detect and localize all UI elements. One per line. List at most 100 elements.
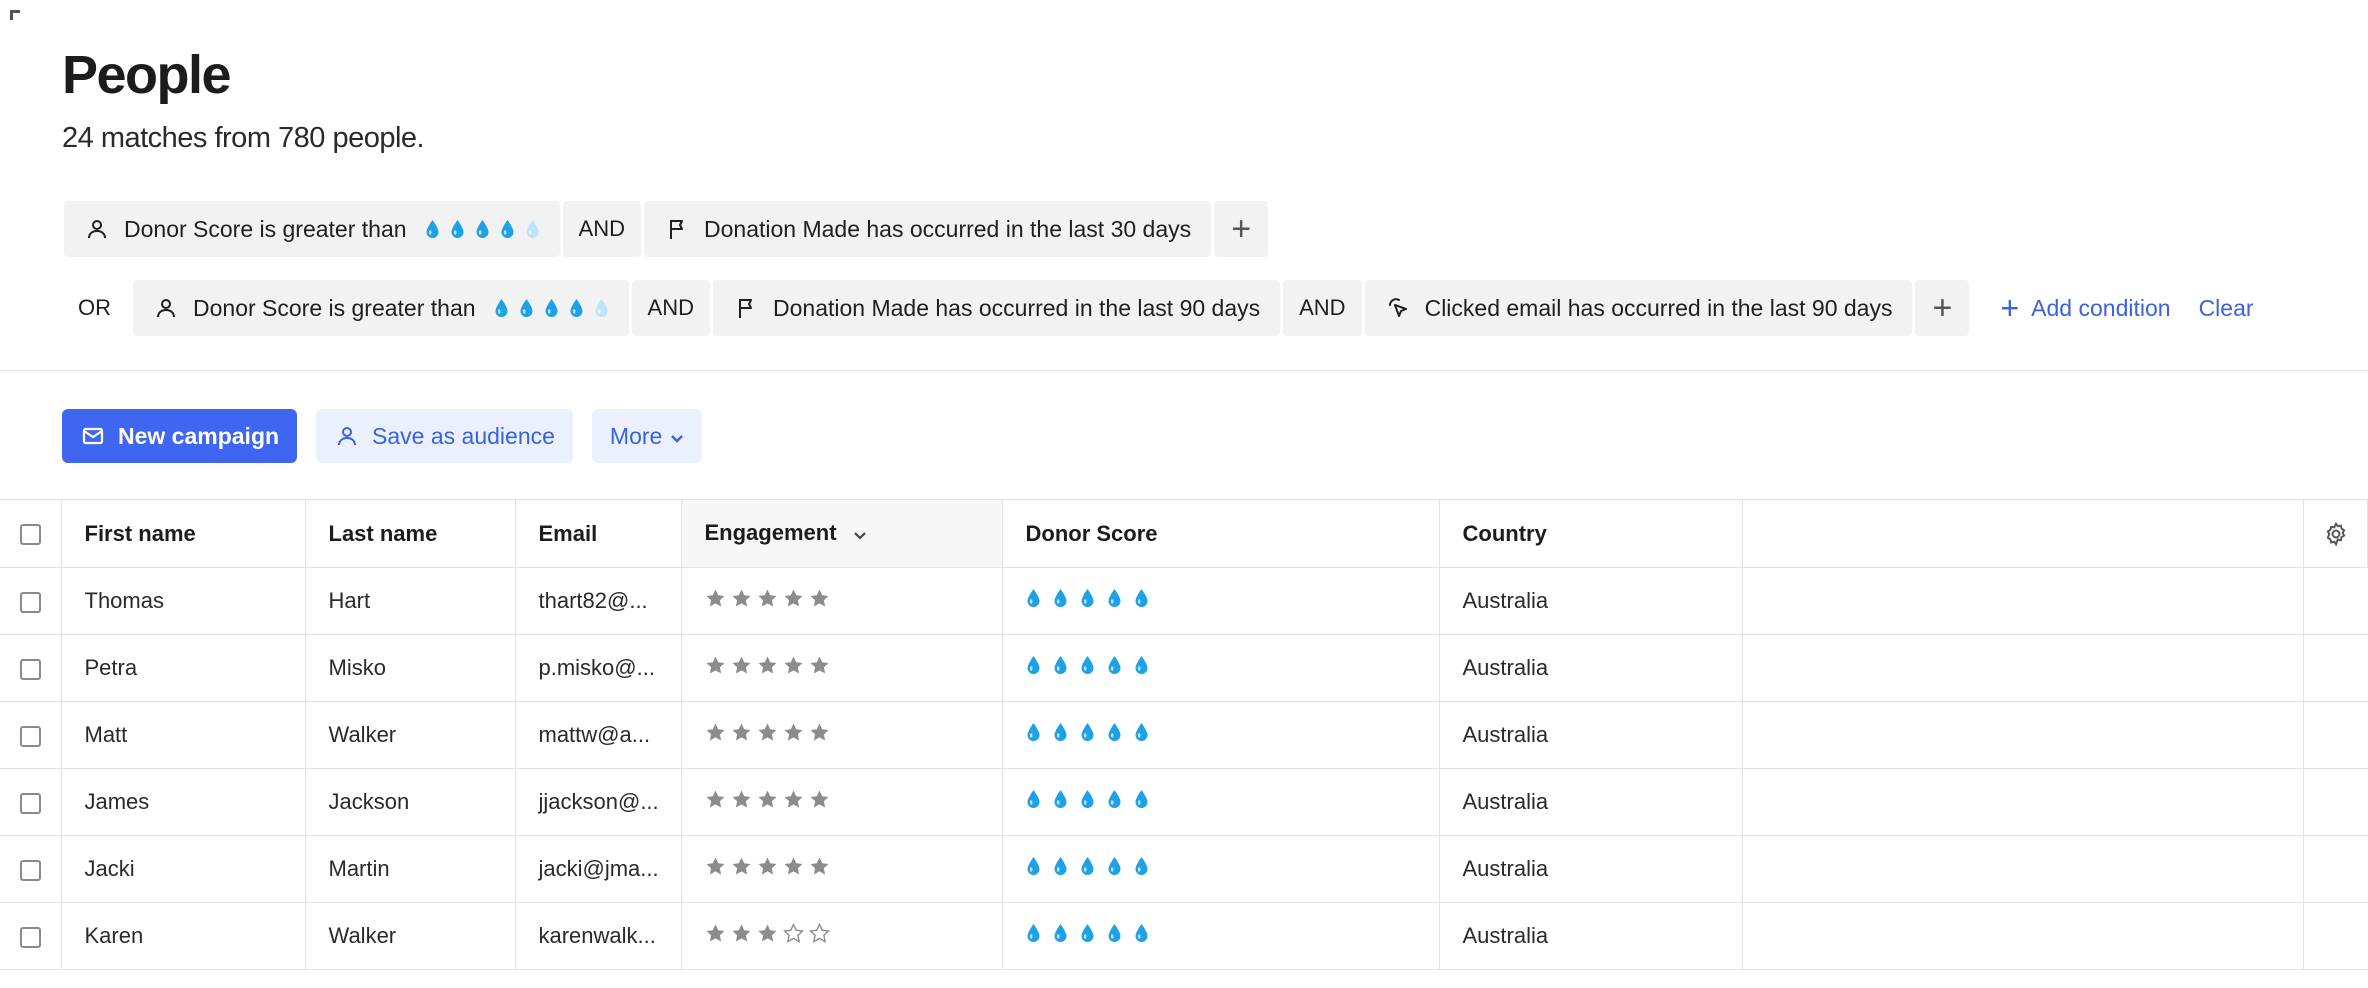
join-and[interactable]: AND (1283, 280, 1362, 336)
star-filled-icon (809, 856, 830, 877)
column-header-country[interactable]: Country (1439, 499, 1743, 568)
drop-filled-icon (1107, 722, 1122, 742)
add-condition-button[interactable]: + Add condition (2000, 292, 2170, 324)
cell-email: thart82@... (515, 567, 682, 635)
drop-filled-icon (450, 219, 465, 239)
corner-mark (10, 10, 20, 20)
cell-donor-score (1002, 902, 1440, 970)
table-row[interactable]: James Jackson jjackson@... Australia (0, 768, 2368, 836)
engagement-stars (705, 588, 830, 609)
donor-score-drops (1026, 588, 1149, 608)
donor-score-drops (425, 219, 540, 239)
engagement-stars (705, 856, 830, 877)
donor-score-drops (1026, 655, 1149, 675)
star-filled-icon (809, 588, 830, 609)
save-as-audience-label: Save as audience (372, 422, 555, 449)
engagement-stars (705, 655, 830, 676)
drop-filled-icon (1026, 923, 1041, 943)
flag-icon (664, 216, 690, 242)
plus-icon: + (2000, 290, 2020, 326)
row-checkbox[interactable] (19, 926, 41, 948)
column-header-donor-score[interactable]: Donor Score (1002, 499, 1440, 568)
add-to-group-button[interactable]: + (1214, 201, 1269, 257)
select-all-cell (0, 499, 62, 568)
column-header-empty (1742, 499, 2304, 568)
column-header-engagement[interactable]: Engagement (681, 499, 1003, 568)
cell-donor-score (1002, 567, 1440, 635)
clear-button[interactable]: Clear (2199, 295, 2254, 322)
table-header-row: First name Last name Email Engagement Do… (0, 499, 2368, 568)
drop-filled-icon (1080, 856, 1095, 876)
join-and[interactable]: AND (631, 280, 710, 336)
more-label: More (609, 422, 663, 449)
table-row[interactable]: Petra Misko p.misko@... Australia (0, 634, 2368, 702)
cell-engagement (681, 835, 1003, 903)
star-filled-icon (731, 588, 752, 609)
star-filled-icon (705, 856, 726, 877)
filter-group-1: Donor Score is greater than AND Donation… (64, 201, 1271, 257)
new-campaign-label: New campaign (118, 422, 280, 449)
row-checkbox[interactable] (19, 725, 41, 747)
drop-filled-icon (1080, 789, 1095, 809)
cell-empty (1742, 768, 2304, 836)
cell-empty (1742, 835, 2304, 903)
row-checkbox[interactable] (19, 792, 41, 814)
more-dropdown-button[interactable]: More (591, 409, 703, 463)
drop-filled-icon (1080, 722, 1095, 742)
row-select-cell (0, 567, 62, 635)
drop-filled-icon (1107, 923, 1122, 943)
cell-empty (1742, 701, 2304, 769)
row-checkbox[interactable] (19, 658, 41, 680)
column-header-first-name[interactable]: First name (61, 499, 306, 568)
cell-country: Australia (1439, 902, 1743, 970)
table-row[interactable]: Thomas Hart thart82@... Australia (0, 567, 2368, 635)
row-checkbox[interactable] (19, 591, 41, 613)
drop-filled-icon (1107, 856, 1122, 876)
row-checkbox[interactable] (19, 859, 41, 881)
star-filled-icon (809, 789, 830, 810)
drop-filled-icon (500, 219, 515, 239)
gear-icon[interactable] (2323, 520, 2349, 547)
add-to-group-button[interactable]: + (1915, 280, 1970, 336)
condition-clicked-email[interactable]: Clicked email has occurred in the last 9… (1364, 280, 1913, 336)
drop-filled-icon (1026, 655, 1041, 675)
star-filled-icon (731, 789, 752, 810)
column-header-last-name[interactable]: Last name (305, 499, 516, 568)
condition-label: Donor Score is greater than (193, 294, 476, 321)
cell-country: Australia (1439, 768, 1743, 836)
row-select-cell (0, 701, 62, 769)
donor-score-drops (1026, 923, 1149, 943)
table-row[interactable]: Matt Walker mattw@a... Australia (0, 701, 2368, 769)
star-filled-icon (783, 655, 804, 676)
new-campaign-button[interactable]: New campaign (62, 409, 298, 463)
table-row[interactable]: Karen Walker karenwalk... Australia (0, 902, 2368, 970)
column-settings-cell (2303, 499, 2368, 568)
condition-donor-score[interactable]: Donor Score is greater than (133, 280, 629, 336)
star-filled-icon (757, 923, 778, 944)
donor-score-drops (1026, 856, 1149, 876)
cell-donor-score (1002, 835, 1440, 903)
table-row[interactable]: Jacki Martin jacki@jma... Australia (0, 835, 2368, 903)
star-filled-icon (783, 722, 804, 743)
drop-filled-icon (1053, 655, 1068, 675)
condition-donation-made[interactable]: Donation Made has occurred in the last 3… (644, 201, 1212, 257)
column-header-email[interactable]: Email (515, 499, 682, 568)
condition-label: Donation Made has occurred in the last 3… (704, 215, 1192, 242)
section-divider (0, 370, 2368, 371)
action-toolbar: New campaign Save as audience More (62, 409, 703, 463)
engagement-header-label: Engagement (704, 519, 837, 545)
flag-icon (733, 295, 759, 321)
star-filled-icon (705, 923, 726, 944)
select-all-checkbox[interactable] (19, 524, 41, 546)
drop-filled-icon (1134, 722, 1149, 742)
star-filled-icon (757, 856, 778, 877)
cell-first-name: Karen (61, 902, 306, 970)
condition-donation-made[interactable]: Donation Made has occurred in the last 9… (713, 280, 1281, 336)
save-as-audience-button[interactable]: Save as audience (316, 409, 573, 463)
join-and[interactable]: AND (562, 201, 641, 257)
condition-donor-score[interactable]: Donor Score is greater than (64, 201, 560, 257)
star-empty-icon (782, 922, 804, 944)
or-label: OR (78, 295, 111, 320)
cell-country: Australia (1439, 835, 1743, 903)
drop-filled-icon (1053, 856, 1068, 876)
